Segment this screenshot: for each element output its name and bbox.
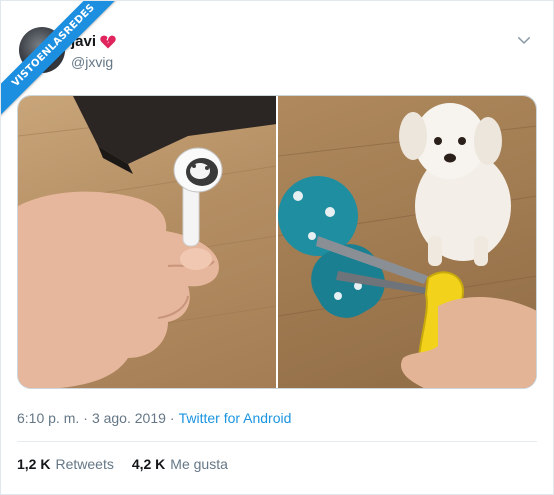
likes-count: 4,2 K (131, 456, 166, 472)
airpod-photo-illustration (18, 96, 276, 388)
tweet-source-link[interactable]: Twitter for Android (179, 410, 292, 426)
tweet-date[interactable]: 3 ago. 2019 (92, 410, 166, 426)
retweets-count: 1,2 K (17, 456, 51, 472)
tweet-meta: 6:10 p. m. · 3 ago. 2019 · Twitter for A… (17, 410, 291, 426)
watermark-ribbon: VISTOENLASREDES (1, 1, 129, 121)
likes-label: Me gusta (170, 456, 228, 472)
meta-separator: · (169, 410, 175, 426)
media-grid (17, 95, 537, 389)
dog-photo-illustration (278, 103, 536, 388)
tweet-time[interactable]: 6:10 p. m. (17, 410, 79, 426)
tweet-stats: 1,2 K Retweets 4,2 K Me gusta (17, 456, 228, 472)
tweet-card: VISTOENLASREDES javi @jxvig 6:10 p. m. ·… (0, 0, 554, 495)
likes-stat[interactable]: 4,2 K Me gusta (132, 456, 228, 472)
retweets-label: Retweets (55, 456, 114, 472)
chevron-down-icon[interactable] (515, 31, 533, 49)
meta-separator: · (83, 410, 88, 426)
photo-dog-chew-toy[interactable] (278, 96, 536, 388)
divider (17, 441, 537, 442)
watermark: VISTOENLASREDES (1, 1, 131, 131)
retweets-stat[interactable]: 1,2 K Retweets (17, 456, 114, 472)
photo-airpod[interactable] (18, 96, 276, 388)
